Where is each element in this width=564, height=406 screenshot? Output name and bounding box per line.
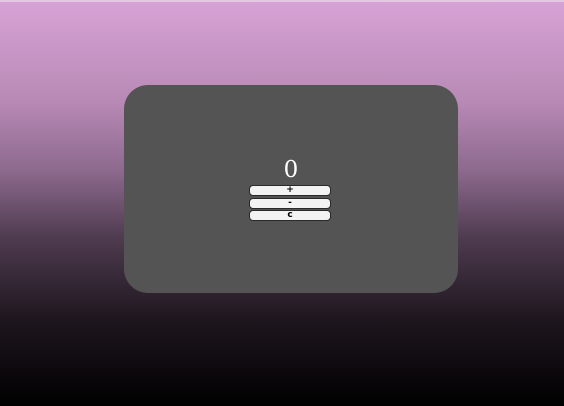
window-top-edge [0, 0, 564, 2]
decrement-button[interactable]: - [249, 198, 331, 209]
counter-display: 0 [283, 157, 299, 183]
counter-card: 0 + - c [124, 85, 458, 293]
clear-button[interactable]: c [249, 210, 331, 221]
increment-button[interactable]: + [249, 185, 331, 196]
